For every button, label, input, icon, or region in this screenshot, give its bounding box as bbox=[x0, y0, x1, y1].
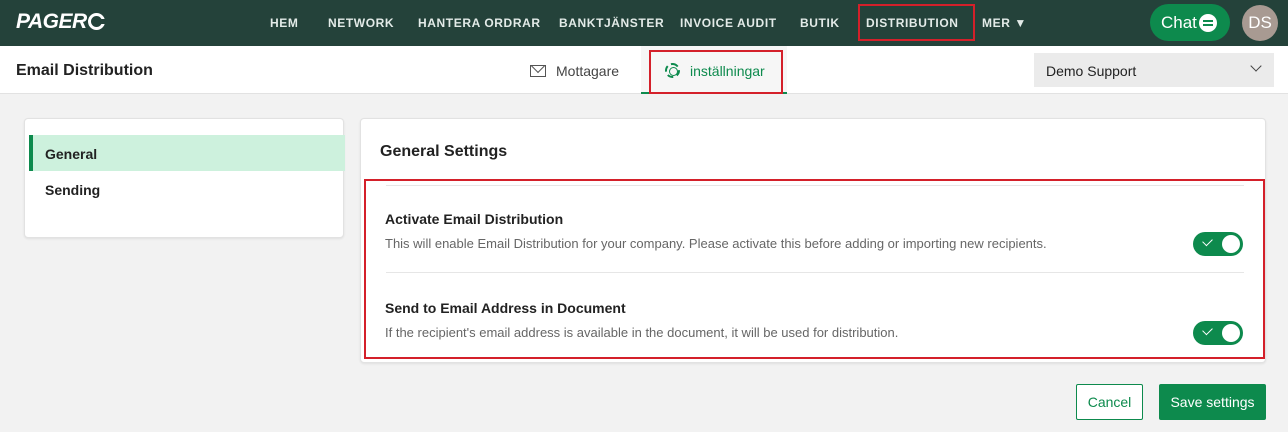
sidebar-item-general[interactable]: General bbox=[29, 135, 345, 171]
cancel-button[interactable]: Cancel bbox=[1076, 384, 1143, 420]
logo-o-mark bbox=[87, 13, 106, 30]
sidebar-item-label: General bbox=[45, 146, 98, 162]
top-navigation: PAGER HEM NETWORK HANTERA ORDRAR BANKTJÄ… bbox=[0, 0, 1288, 46]
nav-item-hem[interactable]: HEM bbox=[270, 0, 298, 46]
setting-title-activate: Activate Email Distribution bbox=[385, 211, 564, 227]
general-settings-panel: General Settings Activate Email Distribu… bbox=[360, 118, 1266, 363]
page-title: Email Distribution bbox=[16, 62, 153, 79]
nav-item-mer[interactable]: MER ▼ bbox=[982, 0, 1027, 46]
chat-button-label: Chat bbox=[1161, 13, 1197, 32]
chevron-down-icon bbox=[1250, 60, 1262, 72]
chat-button[interactable]: Chat bbox=[1150, 4, 1230, 41]
toggle-knob bbox=[1222, 324, 1240, 342]
user-avatar[interactable]: DS bbox=[1242, 5, 1278, 41]
setting-description-send-to-document: If the recipient's email address is avai… bbox=[385, 325, 899, 340]
gear-icon bbox=[665, 63, 680, 78]
chat-bubble-icon bbox=[1199, 14, 1217, 32]
tab-mottagare-label: Mottagare bbox=[556, 63, 620, 79]
nav-item-hantera-ordrar[interactable]: HANTERA ORDRAR bbox=[418, 0, 541, 46]
nav-item-butik[interactable]: BUTIK bbox=[800, 0, 840, 46]
mail-icon bbox=[530, 65, 546, 77]
settings-sidebar: General Sending bbox=[24, 118, 345, 238]
setting-description-activate: This will enable Email Distribution for … bbox=[385, 236, 1047, 251]
settings-list: Activate Email Distribution This will en… bbox=[364, 179, 1265, 359]
company-select[interactable]: Demo Support bbox=[1034, 53, 1274, 87]
pagero-logo[interactable]: PAGER bbox=[16, 10, 106, 34]
company-select-value: Demo Support bbox=[1046, 63, 1137, 79]
tab-installningar-label: inställningar bbox=[690, 63, 765, 79]
nav-item-invoice-audit[interactable]: INVOICE AUDIT bbox=[680, 0, 777, 46]
save-settings-button[interactable]: Save settings bbox=[1159, 384, 1266, 420]
check-icon bbox=[1202, 235, 1213, 247]
divider bbox=[386, 185, 1244, 186]
sidebar-item-label: Sending bbox=[45, 182, 101, 198]
tab-installningar[interactable]: inställningar bbox=[641, 46, 787, 94]
divider bbox=[386, 272, 1244, 273]
panel-title: General Settings bbox=[380, 143, 508, 160]
check-icon bbox=[1202, 324, 1213, 336]
logo-text: PAGER bbox=[16, 10, 87, 33]
tab-mottagare[interactable]: Mottagare bbox=[510, 46, 640, 94]
setting-title-send-to-document: Send to Email Address in Document bbox=[385, 300, 626, 316]
nav-item-banktjanster[interactable]: BANKTJÄNSTER bbox=[559, 0, 664, 46]
nav-item-network[interactable]: NETWORK bbox=[328, 0, 394, 46]
toggle-knob bbox=[1222, 235, 1240, 253]
nav-item-distribution[interactable]: DISTRIBUTION bbox=[858, 0, 974, 46]
page-header: Email Distribution Mottagare inställning… bbox=[0, 46, 1288, 94]
activate-email-distribution-toggle[interactable] bbox=[1193, 232, 1243, 256]
sidebar-item-sending[interactable]: Sending bbox=[29, 171, 345, 207]
send-to-document-address-toggle[interactable] bbox=[1193, 321, 1243, 345]
